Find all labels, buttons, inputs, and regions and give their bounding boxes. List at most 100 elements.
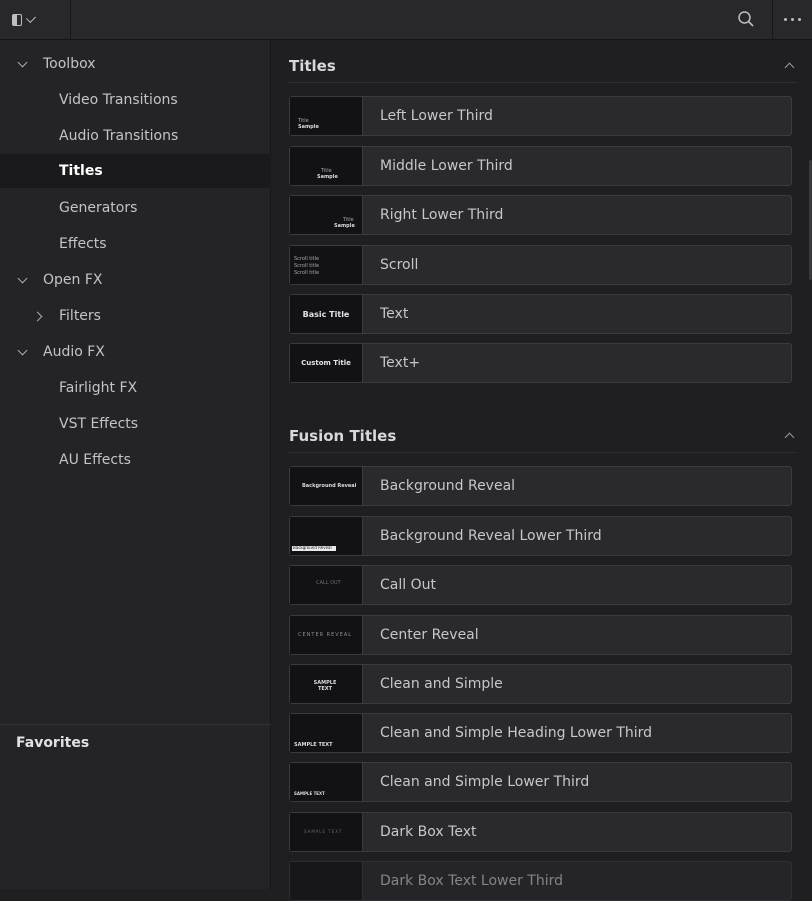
list-item[interactable]: Title Sample Middle Lower Third [289,146,792,186]
list-item[interactable]: Background Reveal Background Reveal [289,466,792,506]
sidebar-item-vst-effects[interactable]: VST Effects [0,407,271,441]
thumbnail: SAMPLE TEXT [290,665,363,703]
panel-toggle-icon [12,14,23,26]
sidebar-item-label: Generators [59,200,138,216]
chevron-down-icon [26,13,36,23]
item-name: Call Out [380,577,436,593]
thumbnail-text: Sample [298,124,319,130]
thumbnail: SAMPLE TEXT [290,813,363,851]
sidebar-item-toolbox[interactable]: Toolbox [0,47,271,81]
item-name: Center Reveal [380,627,479,643]
sidebar-item-label: Fairlight FX [59,380,138,396]
thumbnail-text: SAMPLE TEXT [313,680,337,692]
item-name: Middle Lower Third [380,158,513,174]
thumbnail-text: CALL OUT [316,580,341,586]
item-name: Scroll [380,257,419,273]
list-item[interactable]: SAMPLE TEXT Clean and Simple Heading Low… [289,713,792,753]
more-icon[interactable] [784,18,801,21]
thumbnail [290,862,363,900]
sidebar-item-au-effects[interactable]: AU Effects [0,443,271,477]
sidebar-item-label: Titles [59,163,103,179]
sidebar-item-label: Video Transitions [59,92,178,108]
thumbnail-text: Sample [317,174,338,180]
list-item[interactable]: SAMPLE TEXT Clean and Simple Lower Third [289,762,792,802]
sidebar-item-open-fx[interactable]: Open FX [0,263,271,297]
list-item[interactable]: SAMPLE TEXT Dark Box Text [289,812,792,852]
thumbnail: Basic Title [290,295,363,333]
thumbnail: CALL OUT [290,566,363,604]
section-title: Fusion Titles [289,427,397,445]
item-name: Dark Box Text Lower Third [380,873,564,889]
list-item[interactable]: Basic Title Text [289,294,792,334]
sidebar-item-generators[interactable]: Generators [0,191,271,225]
sidebar: Toolbox Video Transitions Audio Transiti… [0,40,271,889]
chevron-up-icon[interactable] [784,432,795,443]
favorites-heading[interactable]: Favorites [16,735,89,751]
thumbnail-text: Sample [334,223,355,229]
item-name: Dark Box Text [380,824,477,840]
sidebar-item-filters[interactable]: Filters [0,299,271,333]
section-header-fusion-titles[interactable]: Fusion Titles [288,421,797,453]
item-name: Text [380,306,409,322]
thumbnail-text: Custom Title [301,359,351,367]
sidebar-item-video-transitions[interactable]: Video Transitions [0,83,271,117]
thumbnail: Title Sample [290,97,363,135]
sidebar-item-label: VST Effects [59,416,139,432]
effects-library-list: Titles Title Sample Left Lower Third Tit… [272,40,812,901]
chevron-down-icon[interactable] [17,273,28,284]
thumbnail: Scroll title Scroll title Scroll title [290,246,363,284]
divider [0,724,271,725]
thumbnail-text: Basic Title [302,310,350,319]
thumbnail-text: SAMPLE TEXT [294,791,325,796]
item-name: Background Reveal [380,478,516,494]
sidebar-item-audio-transitions[interactable]: Audio Transitions [0,119,271,153]
thumbnail-text: Background Reveal [293,545,332,550]
sidebar-item-label: Filters [59,308,101,324]
divider [70,0,71,40]
list-item[interactable]: Custom Title Text+ [289,343,792,383]
sidebar-item-label: AU Effects [59,452,131,468]
item-name: Clean and Simple Heading Lower Third [380,725,653,741]
item-name: Clean and Simple [380,676,503,692]
thumbnail: SAMPLE TEXT [290,714,363,752]
chevron-down-icon[interactable] [17,57,28,68]
sidebar-item-titles[interactable]: Titles [0,154,271,188]
list-item[interactable]: Background Reveal Background Reveal Lowe… [289,516,792,556]
divider [772,0,773,40]
list-item[interactable]: Title Sample Right Lower Third [289,195,792,235]
thumbnail-text: Scroll title [294,256,320,262]
sidebar-item-label: Toolbox [43,56,96,72]
panel-toggle-button[interactable] [12,11,36,29]
sidebar-item-label: Open FX [43,272,103,288]
item-name: Right Lower Third [380,207,504,223]
thumbnail: Title Sample [290,147,363,185]
chevron-up-icon[interactable] [784,62,795,73]
chevron-down-icon[interactable] [17,345,28,356]
thumbnail-text: Scroll title [294,270,320,276]
thumbnail: Custom Title [290,344,363,382]
thumbnail-text: Scroll title [294,263,320,269]
list-item[interactable]: Scroll title Scroll title Scroll title S… [289,245,792,285]
chevron-right-icon[interactable] [32,311,43,322]
sidebar-item-effects[interactable]: Effects [0,227,271,261]
thumbnail: Title Sample [290,196,363,234]
sidebar-item-fairlight-fx[interactable]: Fairlight FX [0,371,271,405]
thumbnail-text: CENTER REVEAL [298,632,353,638]
sidebar-item-label: Effects [59,236,107,252]
list-item[interactable]: SAMPLE TEXT Clean and Simple [289,664,792,704]
item-name: Background Reveal Lower Third [380,528,602,544]
list-item[interactable]: Title Sample Left Lower Third [289,96,792,136]
sidebar-item-label: Audio Transitions [59,128,179,144]
list-item[interactable]: CALL OUT Call Out [289,565,792,605]
thumbnail: SAMPLE TEXT [290,763,363,801]
toolbar [0,0,812,40]
thumbnail: CENTER REVEAL [290,616,363,654]
thumbnail-text: Background Reveal [302,483,357,489]
thumbnail-text: SAMPLE TEXT [304,829,343,834]
sidebar-item-audio-fx[interactable]: Audio FX [0,335,271,369]
list-item[interactable]: Dark Box Text Lower Third [289,861,792,901]
section-header-titles[interactable]: Titles [288,51,797,83]
thumbnail: Background Reveal [290,467,363,505]
list-item[interactable]: CENTER REVEAL Center Reveal [289,615,792,655]
search-icon[interactable] [737,10,755,28]
